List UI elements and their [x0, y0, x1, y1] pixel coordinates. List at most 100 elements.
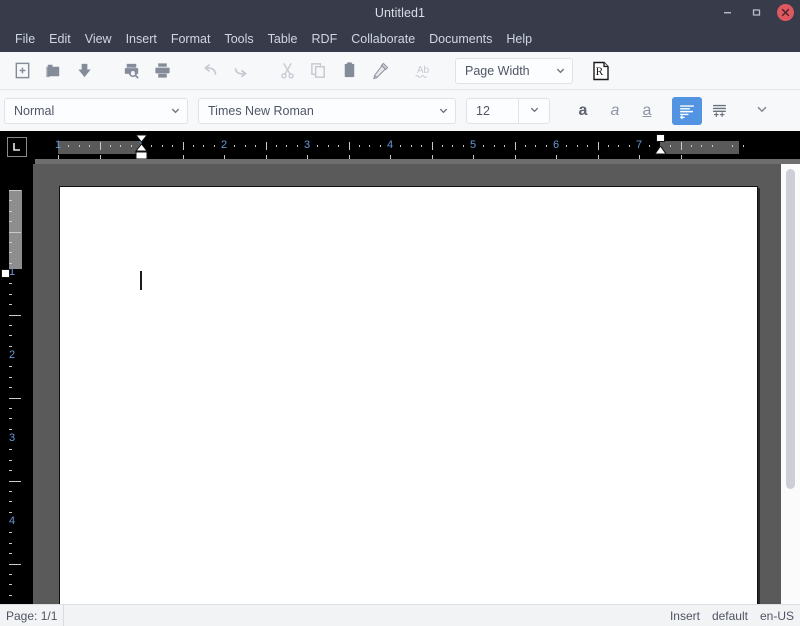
restore-icon[interactable] — [748, 5, 764, 21]
ruler-tick — [328, 145, 329, 147]
new-document-button[interactable] — [8, 56, 37, 85]
ruler-tick — [649, 145, 650, 147]
ruler-tick — [411, 145, 412, 147]
print-button[interactable] — [148, 56, 177, 85]
menu-insert[interactable]: Insert — [119, 29, 164, 49]
ruler-tick — [9, 387, 12, 388]
paragraph-style-select[interactable]: Normal — [4, 98, 188, 124]
ruler-tick — [608, 145, 609, 147]
ruler-tick — [9, 470, 12, 471]
ruler-number: 5 — [470, 139, 476, 151]
ruler-tick — [9, 211, 12, 212]
ruler-tick — [618, 145, 619, 147]
menu-tools[interactable]: Tools — [217, 29, 260, 49]
ruler-tick — [629, 145, 630, 147]
ruler-tick — [369, 145, 370, 147]
ruler-tick — [535, 145, 536, 147]
bold-button[interactable]: a — [568, 97, 598, 125]
vertical-scrollbar[interactable] — [781, 164, 800, 604]
spellcheck-button[interactable]: Ab — [408, 56, 437, 85]
menu-view[interactable]: View — [78, 29, 119, 49]
close-icon[interactable] — [777, 4, 794, 21]
ruler-tick — [9, 304, 12, 305]
ruler-tick — [110, 145, 111, 147]
format-painter-button[interactable] — [366, 56, 395, 85]
undo-button[interactable] — [195, 56, 224, 85]
font-family-select[interactable]: Times New Roman — [198, 98, 456, 124]
ruler-tick — [359, 145, 360, 147]
status-page-style[interactable]: default — [706, 605, 754, 626]
menu-file[interactable]: File — [8, 29, 42, 49]
ruler-tick — [442, 145, 443, 147]
chevron-down-icon — [170, 105, 181, 116]
ruler-tick — [463, 145, 464, 147]
ruler-number: 4 — [9, 515, 15, 527]
ruler-tick — [100, 142, 101, 150]
document-canvas[interactable] — [33, 164, 800, 604]
ruler-tick — [691, 145, 692, 147]
ruler-tick — [9, 553, 12, 554]
ruler-number: 7 — [636, 139, 642, 151]
ruler-tick — [743, 145, 744, 147]
ruler-tick — [9, 232, 21, 233]
vertical-ruler[interactable]: 1234 — [0, 164, 33, 604]
cut-button[interactable] — [273, 56, 302, 85]
underline-button[interactable]: a — [632, 97, 662, 125]
align-left-button[interactable] — [672, 97, 702, 125]
ruler-tick — [9, 584, 12, 585]
ruler-tick — [9, 532, 12, 533]
menu-format[interactable]: Format — [164, 29, 218, 49]
menu-table[interactable]: Table — [261, 29, 305, 49]
ruler-tick — [9, 501, 12, 502]
status-insert-mode[interactable]: Insert — [664, 605, 706, 626]
ruler-number: 2 — [9, 349, 15, 361]
status-language[interactable]: en-US — [754, 605, 800, 626]
ruler-tick — [9, 449, 12, 450]
ruler-tick — [9, 377, 12, 378]
line-spacing-button[interactable] — [704, 97, 734, 125]
ruler-tick — [255, 145, 256, 147]
ruler-tick — [9, 574, 12, 575]
minimize-icon[interactable] — [719, 5, 735, 21]
document-page[interactable] — [59, 186, 758, 604]
font-size-input[interactable]: 12 — [466, 98, 518, 124]
ruler-tick — [9, 221, 12, 222]
ruler-tick — [515, 142, 516, 150]
menu-collaborate[interactable]: Collaborate — [344, 29, 422, 49]
horizontal-ruler[interactable]: 11234567 — [0, 131, 800, 164]
font-size-value: 12 — [476, 104, 490, 118]
save-document-button[interactable] — [70, 56, 99, 85]
ruler-tick — [9, 263, 12, 264]
font-size-dropdown-button[interactable] — [518, 98, 550, 124]
ruler-tick — [9, 366, 12, 367]
chevron-down-icon — [756, 102, 768, 120]
ruler-tick — [9, 460, 12, 461]
toolbar-overflow-button[interactable] — [747, 96, 776, 125]
rdf-document-button[interactable]: R — [586, 56, 615, 85]
zoom-select[interactable]: Page Width — [455, 58, 573, 84]
ruler-tick — [598, 142, 599, 150]
redo-button[interactable] — [226, 56, 255, 85]
italic-button[interactable]: a — [600, 97, 630, 125]
ruler-number: 6 — [553, 139, 559, 151]
menu-documents[interactable]: Documents — [422, 29, 499, 49]
ruler-tick — [89, 145, 90, 147]
open-document-button[interactable] — [39, 56, 68, 85]
ruler-tick — [162, 145, 163, 147]
menu-help[interactable]: Help — [499, 29, 539, 49]
vertical-scrollbar-thumb[interactable] — [786, 169, 795, 489]
menu-edit[interactable]: Edit — [42, 29, 78, 49]
ruler-tick — [68, 145, 69, 147]
ruler-tick — [193, 145, 194, 147]
window-title: Untitled1 — [375, 6, 425, 20]
menu-rdf[interactable]: RDF — [305, 29, 345, 49]
ruler-tick — [9, 190, 21, 191]
ruler-tick — [317, 145, 318, 147]
print-preview-button[interactable] — [117, 56, 146, 85]
chevron-down-icon — [555, 65, 566, 76]
ruler-tick — [9, 294, 12, 295]
paste-button[interactable] — [335, 56, 364, 85]
ruler-tick — [9, 481, 21, 482]
copy-button[interactable] — [304, 56, 333, 85]
ruler-tick — [712, 145, 713, 147]
